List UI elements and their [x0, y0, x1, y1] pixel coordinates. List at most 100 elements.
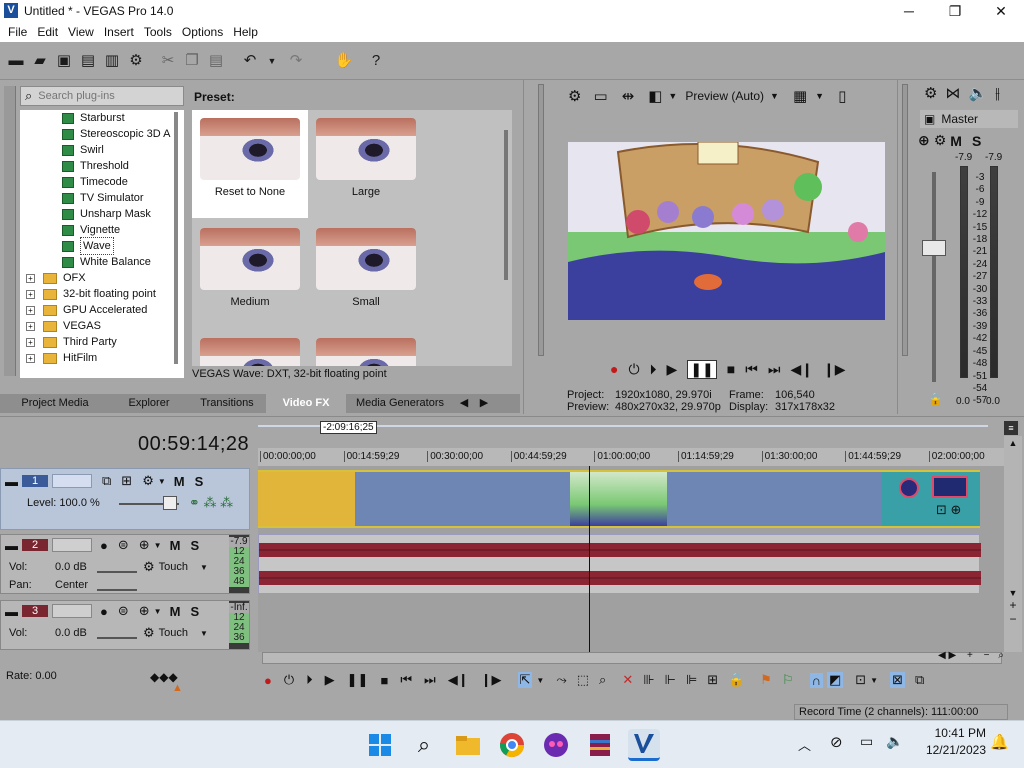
- windows-start-icon[interactable]: [364, 729, 396, 761]
- tree-folder[interactable]: + VEGAS: [20, 318, 184, 334]
- track-fx-dropdown-icon[interactable]: ▼: [154, 541, 162, 550]
- preset-medium[interactable]: Medium: [192, 220, 308, 328]
- copy-snapshot-icon[interactable]: ▯: [838, 87, 846, 105]
- tree-item[interactable]: Stereoscopic 3D A: [20, 126, 184, 142]
- tree-vscrollbar[interactable]: [174, 112, 178, 364]
- track-fx-icon[interactable]: ⚙: [142, 473, 154, 489]
- menu-tools[interactable]: Tools: [144, 25, 172, 39]
- volume-icon[interactable]: 🔈: [886, 733, 903, 750]
- panel-grip[interactable]: [538, 84, 544, 356]
- level-slider-thumb[interactable]: [163, 496, 177, 510]
- track-motion-icon[interactable]: ⊞: [121, 473, 132, 489]
- undo-icon[interactable]: ↶: [240, 51, 260, 71]
- zoom-tool-icon[interactable]: ⌕: [599, 672, 606, 688]
- expand-icon[interactable]: +: [26, 305, 35, 315]
- trim-end-icon[interactable]: ⊫: [686, 672, 697, 688]
- save-icon[interactable]: ▣: [54, 51, 74, 71]
- tree-item[interactable]: Swirl: [20, 142, 184, 158]
- auto-crossfade-icon[interactable]: ◩: [826, 672, 844, 688]
- zoom-out-icon[interactable]: −: [1004, 612, 1022, 626]
- tree-item[interactable]: Timecode: [20, 174, 184, 190]
- track-solo[interactable]: S: [195, 474, 204, 489]
- master-fx-icon[interactable]: ⋈: [945, 84, 960, 102]
- preset-item[interactable]: [192, 330, 308, 366]
- tree-folder[interactable]: +32-bit floating point: [20, 286, 184, 302]
- zoom-in-icon[interactable]: +: [1004, 598, 1022, 612]
- save-as-icon[interactable]: ▤: [78, 51, 98, 71]
- preview-properties-gear-icon[interactable]: ⚙: [568, 87, 581, 105]
- minimize-button[interactable]: ─: [886, 0, 932, 22]
- go-to-end-icon[interactable]: ⏭: [424, 672, 436, 688]
- tree-item[interactable]: Starburst: [20, 110, 184, 126]
- automation-gear-icon[interactable]: ⚙: [143, 559, 155, 575]
- track-mute[interactable]: M: [174, 474, 185, 489]
- vegas-taskbar-icon[interactable]: [628, 729, 660, 761]
- zoom-in-horizontal-icon[interactable]: +: [967, 650, 973, 661]
- track-fx-icon[interactable]: ⊕: [139, 537, 150, 553]
- playhead-cursor[interactable]: [589, 466, 590, 652]
- display-icon[interactable]: ▭: [860, 733, 873, 750]
- scroll-left-icon[interactable]: ◀: [938, 650, 946, 661]
- tab-media-generators[interactable]: Media Generators: [346, 394, 454, 413]
- compositing-icon[interactable]: ⧉: [102, 473, 111, 489]
- overlays-dropdown-icon[interactable]: ▼: [815, 91, 824, 101]
- zoom-out-horizontal-icon[interactable]: −: [984, 650, 990, 661]
- go-to-start-icon[interactable]: ⏮: [745, 361, 758, 378]
- search-taskbar-icon[interactable]: ⌕: [408, 729, 440, 761]
- tree-item-selected[interactable]: Wave: [20, 237, 184, 255]
- collapse-icon[interactable]: ▬: [5, 538, 18, 553]
- properties-gear-icon[interactable]: ⚙: [126, 51, 146, 71]
- network-icon[interactable]: ⊘: [830, 733, 843, 751]
- preview-mode-dropdown-icon[interactable]: ▼: [770, 91, 779, 101]
- tab-video-fx[interactable]: Video FX: [266, 394, 346, 413]
- winrar-icon[interactable]: [584, 729, 616, 761]
- tree-folder[interactable]: + Third Party: [20, 334, 184, 350]
- split-screen-icon[interactable]: ⇹: [622, 87, 635, 105]
- expand-icon[interactable]: +: [26, 321, 35, 331]
- stop-icon[interactable]: ■: [727, 361, 735, 377]
- preset-scrollbar[interactable]: [504, 130, 508, 280]
- tab-explorer[interactable]: Explorer: [110, 394, 188, 413]
- expand-icon[interactable]: +: [26, 273, 35, 283]
- notes-icon[interactable]: ≡: [1004, 421, 1018, 435]
- notification-bell-icon[interactable]: 🔔: [990, 733, 1009, 751]
- next-frame-icon[interactable]: ❙▶: [481, 672, 502, 688]
- tree-item[interactable]: Vignette: [20, 222, 184, 238]
- previous-frame-icon[interactable]: ◀❙: [448, 672, 469, 688]
- trim-icon[interactable]: ⊪: [643, 672, 654, 688]
- preview-quality-dropdown-icon[interactable]: ▼: [668, 91, 677, 101]
- menu-file[interactable]: File: [8, 25, 27, 39]
- panel-grip[interactable]: [4, 86, 16, 376]
- loop-playback-icon[interactable]: ⏻: [284, 672, 294, 688]
- master-fader-track[interactable]: [932, 172, 936, 382]
- ripple-edit-icon[interactable]: ⊡: [855, 672, 866, 688]
- tree-item[interactable]: Unsharp Mask: [20, 206, 184, 222]
- audio-clip[interactable]: [258, 534, 981, 594]
- redo-icon[interactable]: ↷: [286, 51, 306, 71]
- track-mute[interactable]: M: [170, 538, 181, 553]
- external-monitor-icon[interactable]: ▭: [593, 87, 607, 105]
- scroll-right-icon[interactable]: ▶: [948, 650, 956, 661]
- tree-item[interactable]: TV Simulator: [20, 190, 184, 206]
- play-from-start-icon[interactable]: ⏵: [306, 672, 313, 688]
- overlays-grid-icon[interactable]: ▦: [793, 87, 807, 105]
- close-button[interactable]: ✕: [978, 0, 1024, 22]
- play-icon[interactable]: ▶: [667, 361, 678, 378]
- automation-mode[interactable]: Touch: [159, 627, 188, 639]
- undo-dropdown-icon[interactable]: ▼: [262, 51, 282, 71]
- cut-icon[interactable]: ✂: [158, 51, 178, 71]
- tab-scroll-left-icon[interactable]: ◀: [454, 394, 474, 413]
- track-fx-icon[interactable]: ⊕: [139, 603, 150, 619]
- collapse-icon[interactable]: ▬: [5, 604, 18, 619]
- expand-icon[interactable]: +: [26, 353, 35, 363]
- trim-start-icon[interactable]: ⊩: [665, 672, 676, 688]
- clock[interactable]: 10:41 PM 12/21/2023: [910, 725, 986, 759]
- pan-slider[interactable]: [97, 579, 137, 591]
- split-icon[interactable]: ⊞: [707, 672, 718, 688]
- delete-icon[interactable]: ✕: [622, 672, 633, 688]
- loop-playback-icon[interactable]: ⏻: [628, 361, 639, 378]
- ripple-dropdown-icon[interactable]: ▼: [870, 676, 878, 685]
- video-event-yellow[interactable]: [258, 472, 355, 526]
- automation-mode[interactable]: Touch: [159, 561, 188, 573]
- track-name-field[interactable]: [52, 604, 92, 618]
